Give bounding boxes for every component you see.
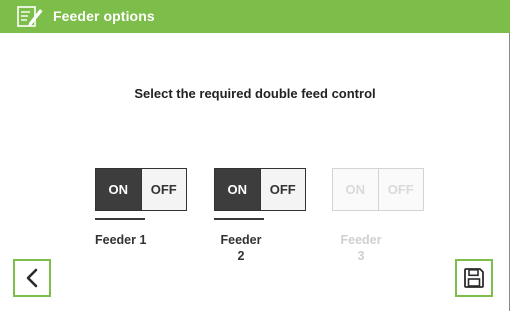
feeder-3-off-option: OFF [377, 169, 423, 210]
feeder-1-toggle[interactable]: ON OFF [95, 168, 187, 211]
save-button[interactable] [455, 259, 493, 297]
edit-settings-icon [17, 6, 43, 27]
title-bar: Feeder options [0, 0, 510, 33]
feeder-1-on-option[interactable]: ON [96, 169, 141, 210]
chevron-left-icon [26, 268, 38, 288]
save-icon [464, 268, 484, 288]
instruction-text: Select the required double feed control [134, 86, 376, 101]
feeder-1-off-option[interactable]: OFF [140, 169, 186, 210]
feeder-3-label: Feeder 3 [340, 233, 382, 263]
feeder-3-on-option: ON [333, 169, 378, 210]
feeder-2-toggle[interactable]: ON OFF [214, 168, 306, 211]
feeder-1-label: Feeder 1 [95, 233, 147, 247]
content-area: Select the required double feed control … [0, 33, 510, 311]
feeder-2-off-option[interactable]: OFF [259, 169, 305, 210]
feeder-2-on-option[interactable]: ON [215, 169, 260, 210]
feeder-2-selected-indicator [214, 218, 264, 220]
feeder-3-toggle: ON OFF [332, 168, 424, 211]
page-title: Feeder options [53, 8, 155, 24]
feeder-1-selected-indicator [95, 218, 145, 220]
back-button[interactable] [13, 259, 51, 297]
feeder-2-label: Feeder 2 [220, 233, 262, 263]
